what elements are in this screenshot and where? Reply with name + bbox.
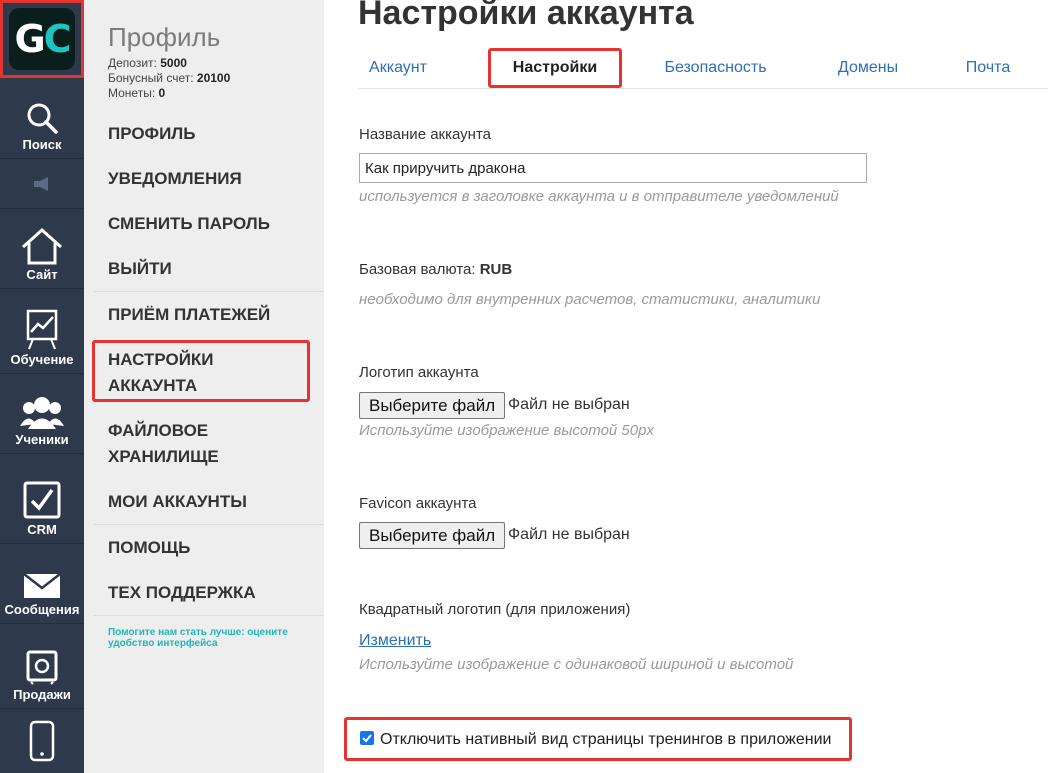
- bonus-row: Бонусный счет: 20100: [108, 71, 230, 86]
- favicon-choose-file-button[interactable]: Выберите файл: [359, 522, 506, 549]
- currency-row: Базовая валюта: RUB: [359, 261, 512, 278]
- users-icon: [20, 397, 64, 429]
- coins-row: Монеты: 0: [108, 86, 230, 101]
- app-icon-bar: GC Поиск Сайт Обучение Ученики CRM Сообщ…: [0, 0, 84, 773]
- app-logo[interactable]: GC: [9, 8, 75, 70]
- deposit-label: Депозит:: [108, 56, 157, 70]
- logo-file-status: Файл не выбран: [508, 396, 630, 413]
- nav-crm[interactable]: CRM: [0, 453, 84, 543]
- nav-sales[interactable]: Продажи: [0, 623, 84, 708]
- menu-logout[interactable]: Выйти: [108, 256, 318, 282]
- account-name-label: Название аккаунта: [359, 126, 491, 143]
- favicon-file-status: Файл не выбран: [508, 526, 630, 543]
- currency-value: RUB: [479, 261, 513, 278]
- native-view-checkbox[interactable]: [360, 731, 374, 745]
- nav-search[interactable]: Поиск: [0, 88, 84, 158]
- menu-payments[interactable]: Приём платежей: [108, 302, 318, 328]
- nav-site[interactable]: Сайт: [0, 208, 84, 288]
- currency-label: Базовая валюта:: [359, 261, 476, 278]
- logo-letter-g: G: [14, 17, 45, 61]
- safe-icon: [26, 650, 58, 685]
- settings-tabs: Аккаунт Настройки Безопасность Домены По…: [358, 48, 1048, 89]
- feedback-link[interactable]: Помогите нам стать лучше: оцените удобст…: [108, 627, 313, 649]
- nav-messages-label: Сообщения: [4, 602, 80, 617]
- logo-hint: Используйте изображение высотой 50px: [359, 422, 654, 439]
- nav-students[interactable]: Ученики: [0, 373, 84, 453]
- tab-settings[interactable]: Настройки: [488, 48, 622, 88]
- page-title: Настройки аккаунта: [358, 0, 694, 32]
- square-logo-hint: Используйте изображение с одинаковой шир…: [359, 656, 794, 673]
- native-view-label[interactable]: Отключить нативный вид страницы тренинго…: [380, 731, 831, 749]
- coins-value: 0: [158, 86, 166, 100]
- chart-board-icon: [26, 309, 58, 350]
- bonus-label: Бонусный счет:: [108, 71, 194, 85]
- menu-divider: [94, 524, 324, 525]
- phone-icon: [29, 720, 55, 762]
- nav-site-label: Сайт: [26, 267, 58, 282]
- menu-file-storage[interactable]: Файловое хранилище: [108, 418, 278, 470]
- currency-hint: необходимо для внутренних расчетов, стат…: [359, 291, 821, 308]
- menu-my-accounts[interactable]: Мои аккаунты: [108, 489, 318, 515]
- nav-announcements[interactable]: [0, 158, 84, 208]
- logo-label: Логотип аккаунта: [359, 364, 479, 381]
- checkmark-icon: [362, 734, 372, 743]
- tab-mail[interactable]: Почта: [958, 48, 1018, 88]
- coins-label: Монеты:: [108, 86, 156, 100]
- square-logo-label: Квадратный логотип (для приложения): [359, 601, 631, 618]
- nav-students-label: Ученики: [15, 432, 69, 447]
- menu-change-password[interactable]: Сменить пароль: [108, 211, 318, 237]
- menu-help[interactable]: Помощь: [108, 535, 318, 561]
- search-icon: [27, 103, 58, 134]
- account-stats: Депозит: 5000 Бонусный счет: 20100 Монет…: [108, 56, 230, 101]
- menu-divider: [94, 291, 324, 292]
- checkbox-icon: [23, 481, 61, 519]
- account-name-input[interactable]: [359, 153, 867, 183]
- nav-search-label: Поиск: [22, 137, 62, 152]
- tab-domains[interactable]: Домены: [828, 48, 908, 88]
- menu-notifications[interactable]: Уведомления: [108, 166, 318, 192]
- logo-letter-c: C: [43, 17, 72, 61]
- profile-sidebar: Профиль Депозит: 5000 Бонусный счет: 201…: [84, 0, 324, 773]
- logo-highlight[interactable]: GC: [0, 0, 84, 78]
- active-menu-highlight: [92, 340, 310, 402]
- logo-choose-file-button[interactable]: Выберите файл: [359, 392, 506, 419]
- nav-learning-label: Обучение: [10, 352, 74, 367]
- favicon-label: Favicon аккаунта: [359, 495, 477, 512]
- square-logo-change-link[interactable]: Изменить: [359, 632, 431, 650]
- tab-security[interactable]: Безопасность: [653, 48, 778, 88]
- nav-learning[interactable]: Обучение: [0, 288, 84, 373]
- home-icon: [21, 227, 63, 265]
- envelope-icon: [23, 573, 61, 598]
- nav-sales-label: Продажи: [13, 687, 71, 702]
- megaphone-icon: [34, 176, 48, 191]
- profile-title: Профиль: [108, 22, 221, 52]
- nav-mobile[interactable]: [0, 708, 84, 773]
- menu-profile[interactable]: Профиль: [108, 121, 318, 147]
- bonus-value: 20100: [196, 71, 231, 85]
- menu-support[interactable]: Тех поддержка: [108, 580, 318, 606]
- account-name-hint: используется в заголовке аккаунта и в от…: [359, 188, 839, 205]
- deposit-value: 5000: [160, 56, 187, 70]
- deposit-row: Депозит: 5000: [108, 56, 230, 71]
- nav-messages[interactable]: Сообщения: [0, 543, 84, 623]
- menu-divider: [94, 615, 324, 616]
- nav-crm-label: CRM: [27, 522, 57, 537]
- tab-account[interactable]: Аккаунт: [358, 48, 438, 88]
- main-content: Настройки аккаунта Аккаунт Настройки Без…: [324, 0, 1048, 773]
